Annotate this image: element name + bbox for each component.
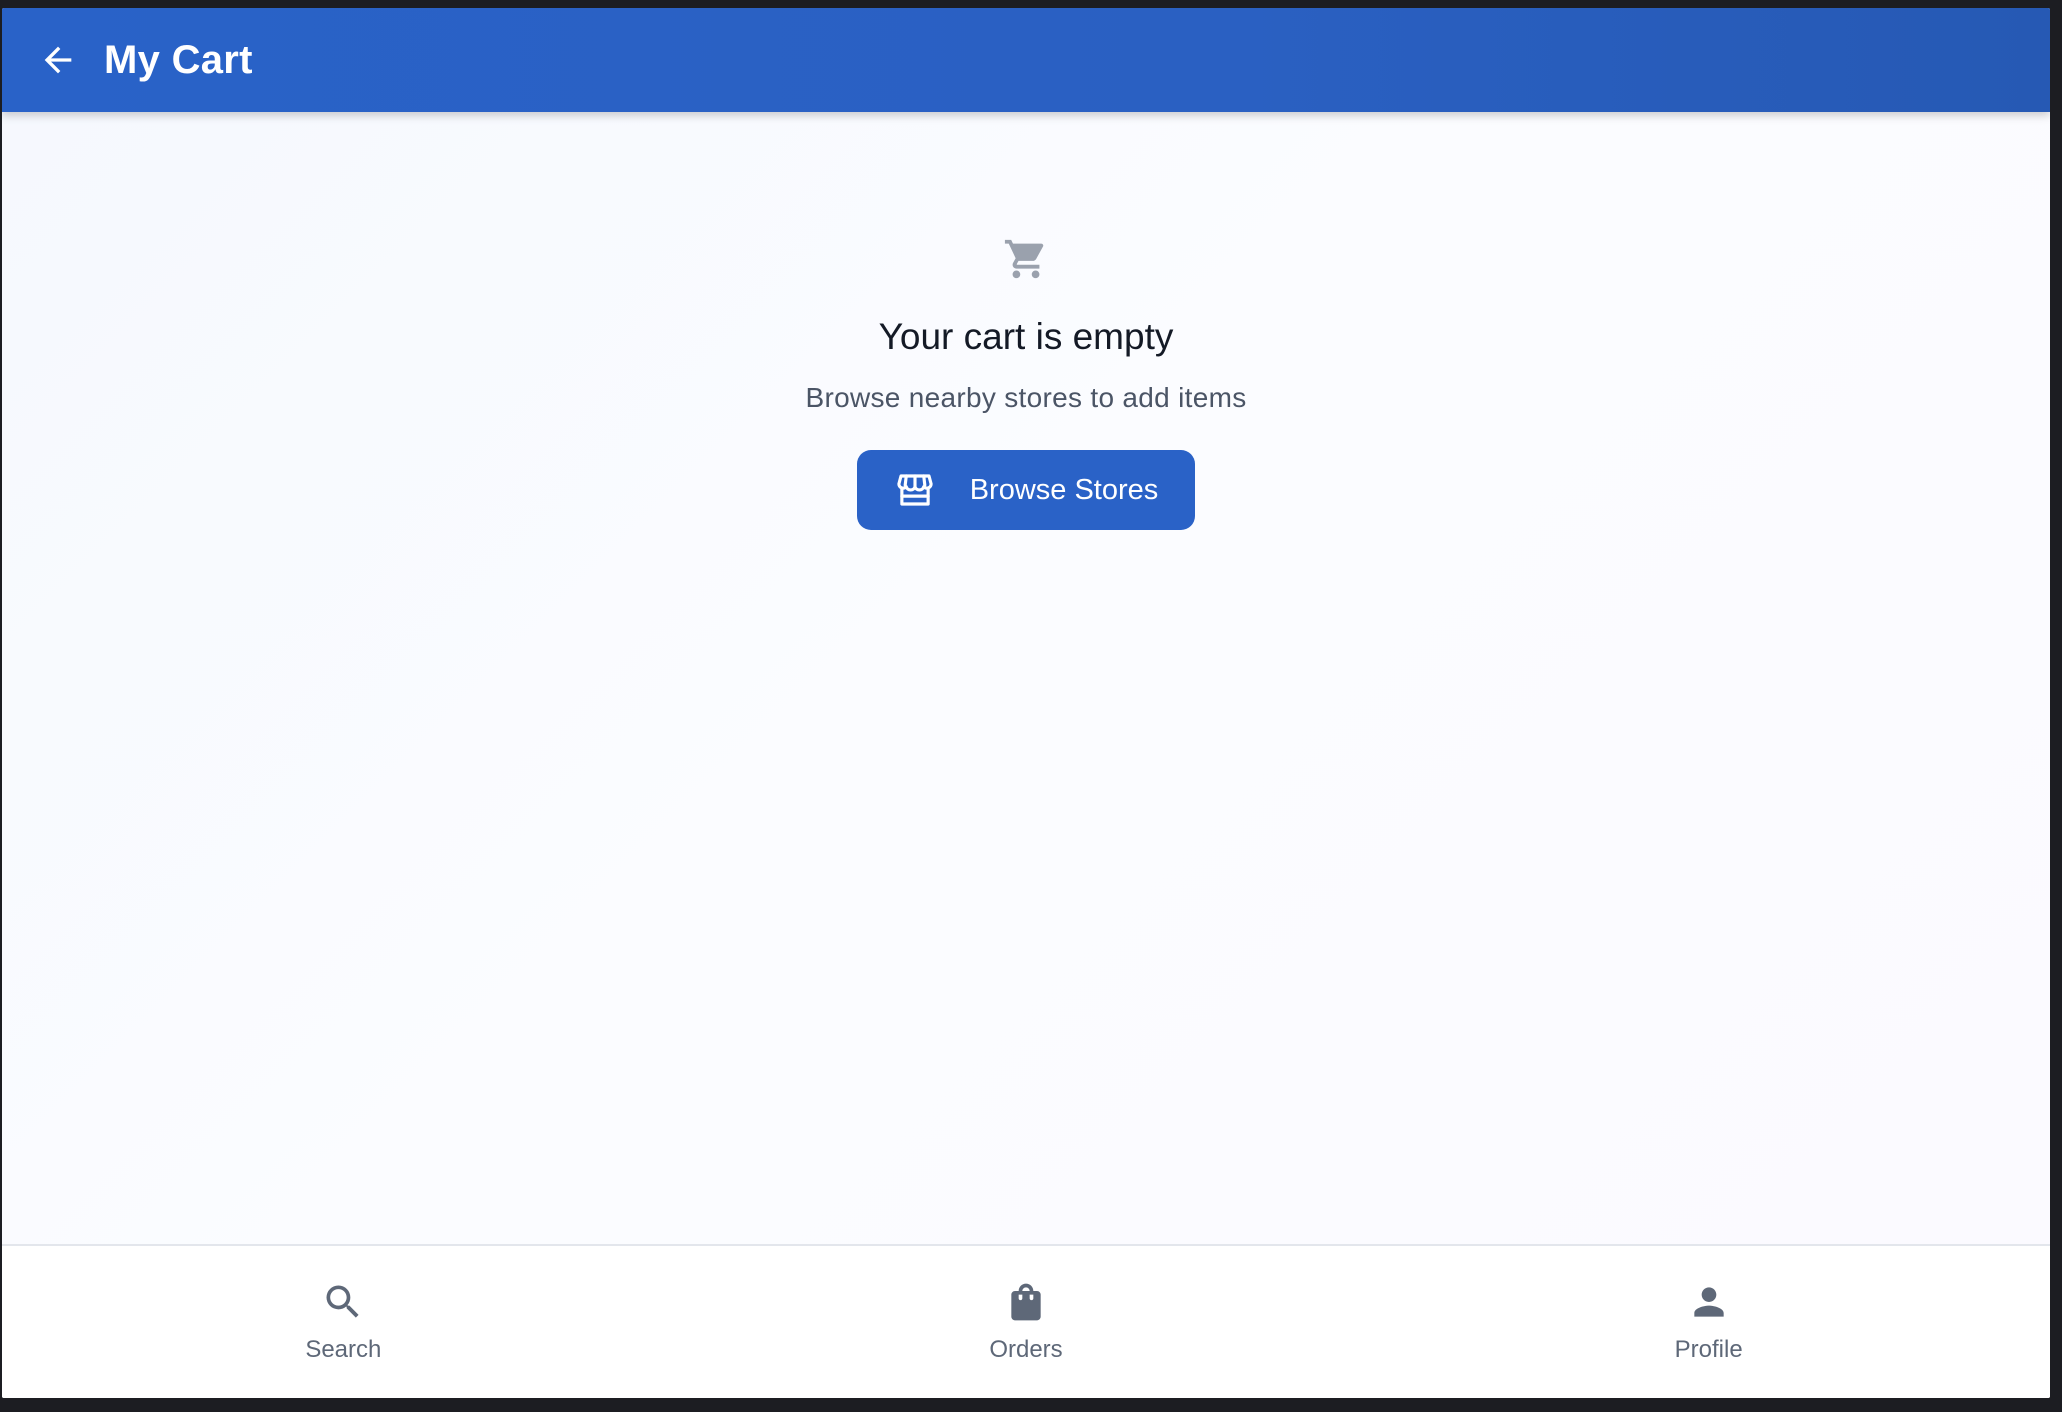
storefront-icon xyxy=(897,474,933,506)
shopping-bag-icon xyxy=(1011,1283,1041,1321)
search-icon xyxy=(326,1285,359,1318)
app-bar: My Cart xyxy=(2,8,2050,112)
empty-cart-state: Your cart is empty Browse nearby stores … xyxy=(2,236,2050,530)
nav-item-search[interactable]: Search xyxy=(2,1246,685,1398)
empty-cart-subtitle: Browse nearby stores to add items xyxy=(805,382,1247,413)
browse-stores-label: Browse Stores xyxy=(969,473,1159,506)
person-icon xyxy=(1694,1287,1724,1317)
shopping-cart-icon xyxy=(1004,239,1044,279)
nav-label-search: Search xyxy=(305,1336,382,1363)
app-window: My Cart Your cart is empty Browse nearby… xyxy=(2,8,2050,1398)
nav-item-orders[interactable]: Orders xyxy=(685,1246,1368,1398)
empty-cart-title: Your cart is empty xyxy=(878,316,1174,357)
arrow-left-icon xyxy=(44,46,72,74)
browse-stores-button[interactable]: Browse Stores xyxy=(857,450,1195,530)
page-title: My Cart xyxy=(104,37,253,82)
back-button[interactable] xyxy=(34,36,82,84)
nav-label-orders: Orders xyxy=(989,1336,1063,1363)
nav-item-profile[interactable]: Profile xyxy=(1367,1246,2050,1398)
bottom-navigation: Search Orders Profile xyxy=(2,1244,2050,1398)
nav-label-profile: Profile xyxy=(1674,1336,1743,1363)
